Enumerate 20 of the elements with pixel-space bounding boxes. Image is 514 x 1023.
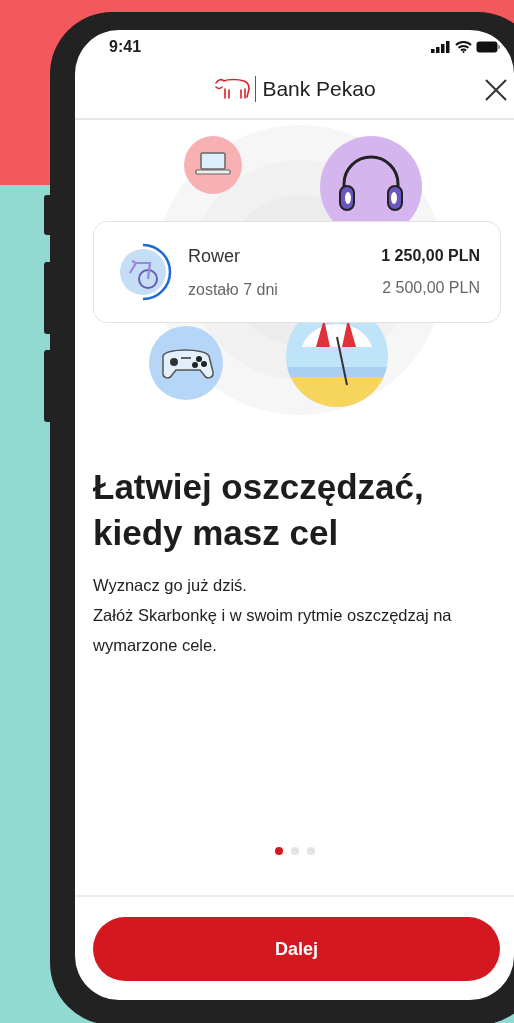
pager-dot[interactable]	[306, 847, 315, 855]
goal-name: Rower	[188, 244, 241, 268]
headline: Łatwiej oszczędzać, kiedy masz cel	[92, 466, 425, 554]
description-line: Wyznacz go już dziś.	[93, 575, 248, 596]
pager-dot[interactable]	[274, 847, 283, 855]
pager-dot[interactable]	[290, 847, 299, 855]
bicycle-icon	[128, 259, 158, 289]
signal-icon	[431, 41, 451, 53]
next-button[interactable]: Dalej	[93, 917, 500, 981]
status-time: 9:41	[109, 37, 142, 57]
battery-icon	[476, 41, 500, 53]
target-amount: 2 500,00 PLN	[381, 278, 480, 298]
saved-amount: 1 250,00 PLN	[381, 246, 480, 266]
bison-logo-icon	[213, 77, 252, 101]
days-left: zostało 7 dni	[188, 279, 279, 300]
wifi-icon	[455, 41, 472, 53]
gamepad-icon	[149, 326, 223, 400]
description-line: Załóż Skarbonkę i w swoim rytmie oszczędzaj na wymarzone cele.	[93, 605, 453, 656]
laptop-icon	[184, 136, 242, 194]
brand-name: Bank Pekao	[255, 76, 376, 102]
